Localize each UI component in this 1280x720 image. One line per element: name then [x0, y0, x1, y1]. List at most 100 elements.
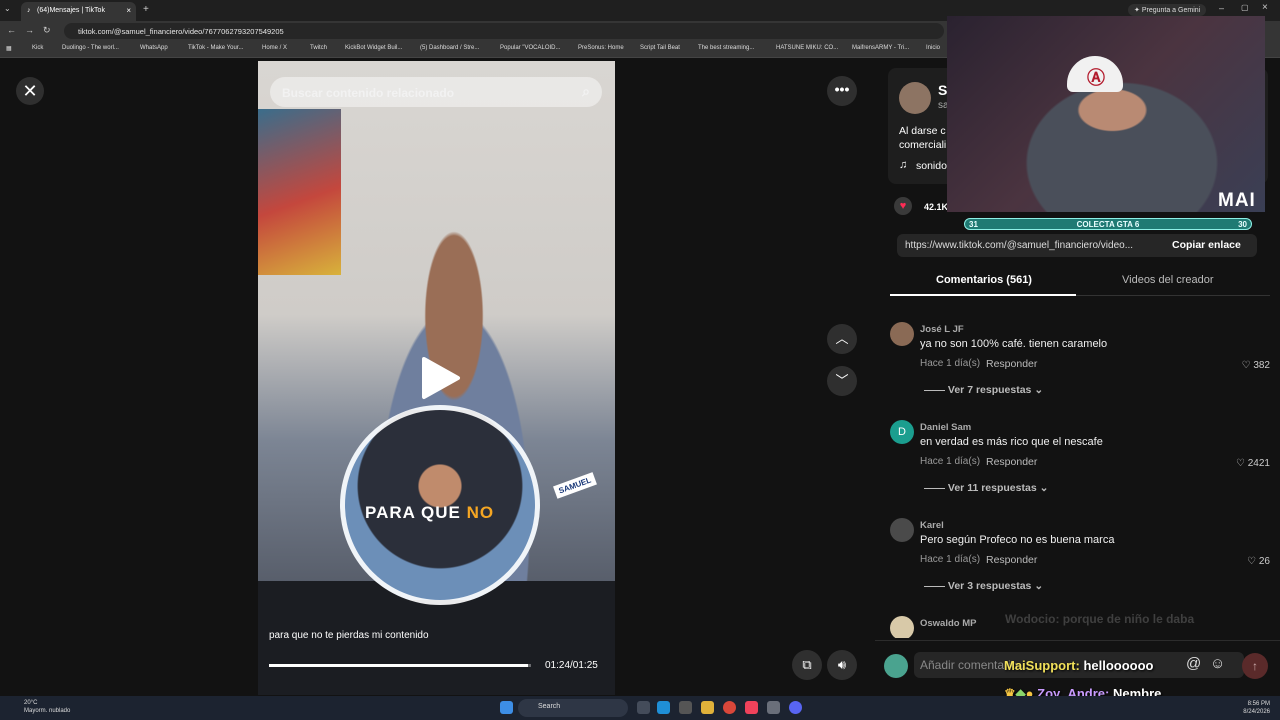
comment-username[interactable]: Karel	[920, 520, 944, 531]
comment-likes[interactable]: ♡ 2421	[1236, 458, 1270, 469]
video-timecode: 01:24/01:25	[545, 660, 598, 671]
bookmark-item[interactable]: Home / X	[262, 45, 287, 51]
video-progress-bar[interactable]	[269, 664, 531, 667]
mention-icon[interactable]: @	[1186, 655, 1201, 672]
browser-tab[interactable]: ♪ (64)Mensajes | TikTok ×	[21, 2, 136, 21]
view-replies-button[interactable]: —— Ver 7 respuestas ⌄	[924, 384, 1043, 396]
github-icon[interactable]	[679, 701, 692, 714]
edge-icon[interactable]	[657, 701, 670, 714]
chrome-icon[interactable]	[723, 701, 736, 714]
creator-name[interactable]: S	[938, 82, 947, 98]
reply-button[interactable]: Responder	[986, 456, 1037, 468]
chat-text: helloooooo	[1083, 658, 1154, 673]
bookmark-item[interactable]: MaifrensARMY - Tri...	[852, 45, 909, 51]
tab-list-button[interactable]: ⌄	[4, 4, 11, 13]
view-replies-button[interactable]: —— Ver 11 respuestas ⌄	[924, 482, 1048, 494]
view-replies-button[interactable]: —— Ver 3 respuestas ⌄	[924, 580, 1043, 592]
pip-button[interactable]: ⧉	[792, 650, 822, 680]
comment-avatar[interactable]	[890, 322, 914, 346]
chevron-down-icon: ﹀	[835, 373, 849, 388]
related-search-input[interactable]: Buscar contenido relacionado ⌕	[270, 77, 602, 107]
maximize-button[interactable]: ▢	[1241, 3, 1249, 12]
comment-username[interactable]: Daniel Sam	[920, 422, 971, 433]
copy-link-button[interactable]: Copiar enlace	[1172, 239, 1241, 251]
minimize-button[interactable]: –	[1219, 3, 1224, 13]
comment-time: Hace 1 día(s)	[920, 358, 981, 369]
send-comment-button[interactable]: ↑	[1242, 653, 1268, 679]
creator-avatar[interactable]	[899, 82, 931, 114]
tab-comments[interactable]: Comentarios (561)	[936, 274, 1032, 286]
music-app-icon[interactable]	[745, 701, 758, 714]
bookmark-item[interactable]: (5) Dashboard / Stre...	[420, 45, 479, 51]
weather-widget[interactable]: 20°C Mayorm. nublado	[8, 699, 70, 715]
comment-item: D Daniel Sam en verdad es más rico que e…	[890, 420, 1270, 500]
sound-name[interactable]: sonido	[916, 160, 947, 172]
volume-icon: 🔊︎	[837, 657, 847, 672]
webcam-cap-logo: Ⓐ	[1087, 68, 1105, 88]
progress-fill	[269, 664, 528, 667]
comment-item: José L JF ya no son 100% café. tienen ca…	[890, 322, 1270, 402]
emoji-icon[interactable]: ☺	[1210, 655, 1225, 672]
bookmark-item[interactable]: Inicio	[926, 45, 940, 51]
tiktok-icon: ♪	[27, 7, 31, 14]
close-window-button[interactable]: ×	[1262, 2, 1268, 13]
wall-poster	[258, 109, 341, 275]
close-tab-icon[interactable]: ×	[126, 6, 131, 15]
arrow-up-icon: ↑	[1252, 659, 1258, 673]
donation-goal-bar: 31 COLECTA GTA 6 30	[964, 218, 1252, 230]
comment-avatar[interactable]: D	[890, 420, 914, 444]
comment-likes[interactable]: ♡ 26	[1247, 556, 1270, 567]
apps-icon[interactable]: ▦	[6, 45, 12, 52]
bookmark-item[interactable]: The best streaming...	[698, 45, 754, 51]
taskbar-clock[interactable]: 8:56 PM 8/24/2026	[1236, 700, 1270, 716]
tab-creator-videos[interactable]: Videos del creador	[1122, 274, 1214, 286]
back-icon[interactable]: ←	[7, 25, 16, 35]
new-tab-button[interactable]: +	[143, 4, 149, 15]
heart-icon: ♡	[1247, 556, 1257, 567]
bookmark-item[interactable]: Duolingo - The worl...	[62, 45, 119, 51]
reload-icon[interactable]: ↻	[43, 25, 51, 36]
like-count: 42.1K	[924, 202, 949, 212]
goal-right-value: 30	[1238, 220, 1247, 229]
bookmark-item[interactable]: Kick	[32, 45, 43, 51]
more-options-button[interactable]: •••	[827, 76, 857, 106]
comment-avatar[interactable]	[890, 518, 914, 542]
comment-text: Pero según Profeco no es buena marca	[920, 534, 1115, 546]
windows-start-icon[interactable]	[500, 701, 513, 714]
chevron-up-icon: ︿	[835, 331, 849, 346]
url-field[interactable]: tiktok.com/@samuel_financiero/video/7677…	[64, 23, 944, 39]
bookmark-item[interactable]: TikTok - Make Your...	[188, 45, 243, 51]
more-icon: •••	[834, 81, 850, 97]
gemini-button[interactable]: ✦ Pregunta a Gemini	[1128, 4, 1207, 16]
reply-button[interactable]: Responder	[986, 358, 1037, 370]
search-icon[interactable]: ⌕	[582, 83, 590, 100]
bookmark-item[interactable]: WhatsApp	[140, 45, 168, 51]
previous-video-button[interactable]: ︿	[827, 324, 857, 354]
video-description-2: comerciali	[899, 139, 947, 151]
bookmark-item[interactable]: KickBot Widget Buil...	[345, 45, 402, 51]
file-explorer-icon[interactable]	[701, 701, 714, 714]
video-caption: para que no te pierdas mi contenido	[269, 630, 429, 641]
forward-icon[interactable]: →	[25, 25, 34, 35]
app-icon[interactable]	[767, 701, 780, 714]
like-icon[interactable]: ♥	[894, 197, 912, 215]
bookmark-item[interactable]: HATSUNE MIKU: CO...	[776, 45, 838, 51]
reply-button[interactable]: Responder	[986, 554, 1037, 566]
play-icon[interactable]	[416, 355, 462, 401]
stream-logo: MAI	[1218, 190, 1256, 211]
comment-time: Hace 1 día(s)	[920, 456, 981, 467]
comment-username[interactable]: José L JF	[920, 324, 964, 335]
discord-icon[interactable]	[789, 701, 802, 714]
close-viewer-button[interactable]: ✕	[16, 77, 44, 105]
task-view-icon[interactable]	[637, 701, 650, 714]
bookmark-item[interactable]: PreSonus: Home	[578, 45, 624, 51]
bookmark-item[interactable]: Popular "VOCALOID...	[500, 45, 561, 51]
bookmark-item[interactable]: Twitch	[310, 45, 327, 51]
comment-likes[interactable]: ♡ 382	[1242, 360, 1270, 371]
comment-username[interactable]: Oswaldo MP	[920, 618, 976, 629]
volume-button[interactable]: 🔊︎	[827, 650, 857, 680]
next-video-button[interactable]: ﹀	[827, 366, 857, 396]
taskbar-search[interactable]: Search	[518, 699, 628, 717]
comment-avatar[interactable]	[890, 616, 914, 638]
bookmark-item[interactable]: Script Tail Beat	[640, 45, 680, 51]
